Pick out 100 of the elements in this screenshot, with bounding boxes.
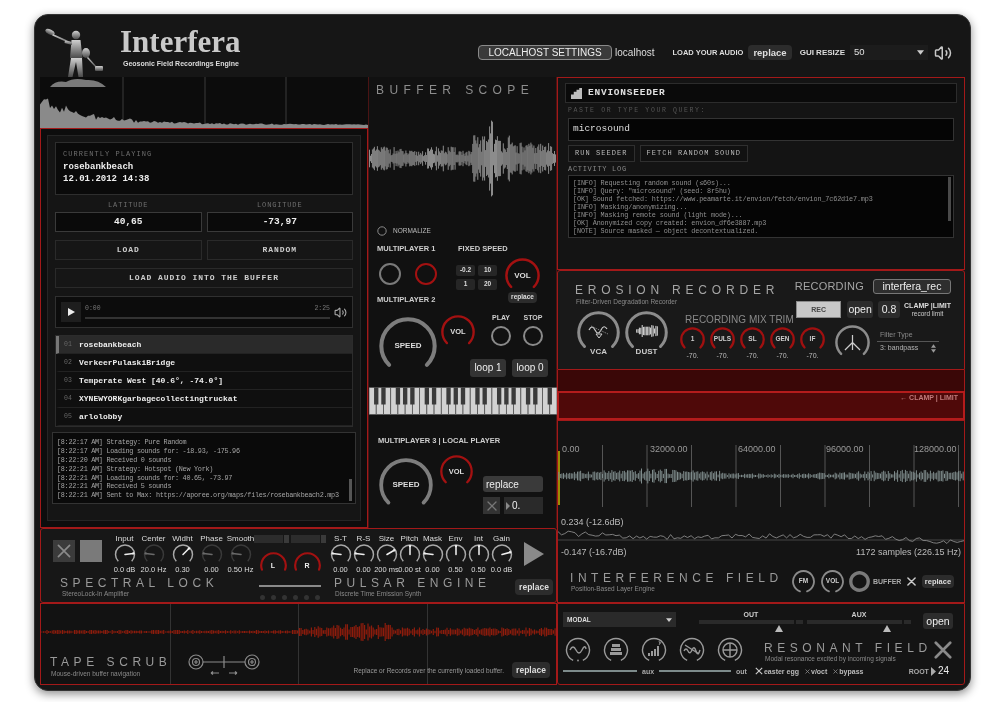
slider[interactable] — [807, 620, 911, 632]
number-field[interactable]: 0. — [504, 497, 543, 514]
play-button[interactable] — [61, 302, 81, 322]
crosshair-icon[interactable] — [717, 637, 743, 663]
track-title: rosebankbeach — [63, 161, 135, 173]
trigger-button[interactable] — [523, 326, 543, 346]
caret-right-icon — [930, 666, 936, 676]
fork-icon — [843, 334, 862, 351]
sine-wave-icon[interactable] — [565, 637, 591, 663]
sample-count: 1172 samples (226.15 Hz) — [856, 547, 961, 557]
settings-button[interactable]: LOCALHOST SETTINGS — [478, 45, 613, 60]
trigger-button[interactable] — [491, 326, 511, 346]
gui-resize-dropdown[interactable]: 50 — [850, 45, 928, 60]
limit-value-field[interactable]: 0.8 — [878, 301, 901, 318]
knob-label: Input — [115, 534, 134, 544]
min-reading: -0.147 (-16.7dB) — [561, 547, 627, 557]
replace-button[interactable]: replace — [512, 662, 550, 678]
caret-down-icon — [666, 617, 672, 622]
bar-chart-icon[interactable] — [641, 637, 667, 663]
play-icon[interactable] — [524, 542, 544, 566]
module-title: SPECTRAL LOCK — [60, 576, 220, 590]
location-button[interactable]: RANDOM — [206, 240, 353, 260]
ruler-label: 32000.00 — [650, 444, 688, 454]
close-icon[interactable] — [907, 577, 916, 586]
piano-keyboard-drawing[interactable] — [369, 387, 557, 415]
module-title: TAPE SCRUB — [50, 655, 172, 669]
gui-resize-label: GUI RESIZE — [799, 48, 845, 57]
latitude-field[interactable]: 40,65 — [55, 212, 202, 232]
loop-button[interactable]: loop 0 — [512, 359, 548, 377]
module-title: EROSION RECORDER — [575, 283, 780, 297]
recording-label: RECORDING — [794, 281, 864, 292]
knob-label: Phase — [200, 534, 223, 544]
ring-button[interactable] — [849, 571, 870, 592]
track-name: VerkeerPulaskiBridge — [79, 356, 175, 369]
knob-label: Mask — [422, 534, 443, 544]
knob-indicator[interactable] — [392, 549, 395, 552]
up-down-arrows-icon — [931, 343, 936, 353]
volume-icon[interactable] — [334, 305, 347, 319]
close-icon[interactable] — [933, 641, 952, 659]
query-field[interactable]: microsound — [568, 118, 954, 141]
load-buffer-button[interactable]: LOAD AUDIO INTO THE BUFFER — [55, 268, 353, 288]
track-name: arlolobby — [79, 410, 123, 423]
level-meter — [254, 535, 289, 543]
open-button[interactable]: open — [923, 613, 953, 629]
knob-indicator[interactable] — [131, 552, 134, 555]
ruler-label: 64000.00 — [738, 444, 776, 454]
open-button[interactable]: open — [847, 301, 874, 318]
track-name: Temperate West [40.6°, -74.0°] — [79, 374, 224, 387]
module-title: INTERFERENCE FIELD — [570, 570, 784, 585]
location-button[interactable]: LOAD — [55, 240, 202, 260]
knob-indicator[interactable] — [408, 544, 411, 548]
slider[interactable] — [699, 620, 803, 632]
module-title: RESONANT FIELD — [764, 641, 932, 655]
knob-indicator[interactable] — [454, 544, 457, 548]
radio-button[interactable] — [377, 226, 387, 236]
replace-button[interactable]: replace — [515, 579, 553, 595]
knob-label: Widht — [172, 534, 193, 544]
stacked-layers-icon[interactable] — [603, 637, 629, 663]
ruler-label: 96000.00 — [826, 444, 864, 454]
track-name: rosebankbeach — [79, 338, 142, 351]
caret-right-icon — [506, 501, 510, 510]
file-field[interactable]: replace — [483, 476, 543, 492]
host-label: localhost — [615, 47, 655, 58]
volume-knob[interactable]: VOL — [505, 258, 540, 293]
mix-trim-title: RECORDING MIX TRIM — [685, 314, 794, 326]
panel-title: ENVIONSEEDER — [588, 88, 666, 98]
root-value: 24 — [937, 666, 949, 676]
max-reading: 0.234 (-12.6dB) — [561, 517, 625, 527]
knob-label: S-T — [334, 534, 347, 544]
noise-waveform-icon — [635, 324, 658, 338]
knob-indicator[interactable] — [187, 547, 190, 550]
module-title: BUFFER SCOPE — [376, 83, 536, 98]
speed-knob[interactable]: SPEED — [379, 317, 437, 375]
recording-date: 12.01.2012 14:38 — [63, 173, 151, 185]
track-name: XYNEWYORKgarbagecollectingtruckat — [79, 392, 238, 405]
knob-label: VCA — [590, 347, 607, 356]
play-icon — [67, 308, 75, 316]
speed-knob[interactable]: SPEED — [379, 458, 433, 512]
knob-label: Env — [448, 534, 463, 544]
toggle-button[interactable] — [379, 263, 401, 285]
toggle-button[interactable] — [415, 263, 437, 285]
wave-filter-icon — [587, 323, 610, 339]
filename-button[interactable]: interfera_rec — [873, 279, 951, 294]
replace-button[interactable]: replace — [748, 45, 792, 60]
speaker-icon[interactable] — [934, 43, 952, 62]
tape-reels-drawing[interactable] — [188, 653, 261, 677]
wave-slope-icon[interactable] — [679, 637, 705, 663]
knob-label: Int — [474, 534, 483, 544]
longitude-field[interactable]: -73,97 — [206, 212, 353, 232]
knob-indicator[interactable] — [508, 551, 511, 554]
knob-label: Pitch — [400, 534, 419, 544]
knob-label: Smooth — [226, 534, 255, 544]
module-title: PULSAR ENGINE — [334, 576, 492, 590]
knob-indicator[interactable] — [477, 544, 480, 548]
stairs-icon — [571, 87, 582, 99]
level-meter — [291, 535, 326, 543]
knob-label: Size — [378, 534, 395, 544]
knob-label: Gain — [493, 534, 510, 544]
knob-label: R-S — [356, 534, 371, 544]
loop-button[interactable]: loop 1 — [470, 359, 506, 377]
